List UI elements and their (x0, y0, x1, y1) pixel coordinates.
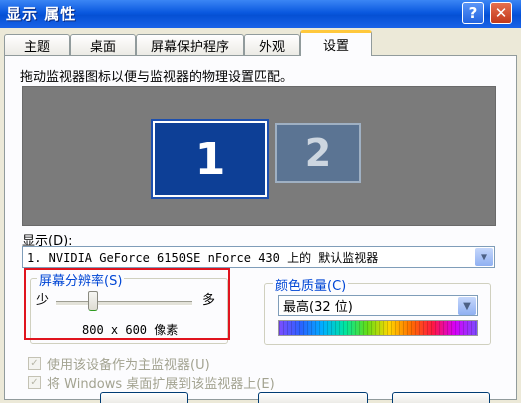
tab-appearance[interactable]: 外观 (244, 34, 300, 55)
display-dropdown-value: 1. NVIDIA GeForce 6150SE nForce 430 上的 默… (27, 250, 379, 265)
resolution-less-label: 少 (36, 293, 50, 308)
color-spectrum-bar (278, 320, 478, 336)
primary-monitor-checkbox[interactable]: ✓ (28, 357, 41, 370)
chevron-down-icon[interactable]: ▼ (475, 248, 493, 266)
extend-desktop-checkbox-row: ✓ 将 Windows 桌面扩展到该监视器上(E) (28, 373, 275, 392)
tab-themes[interactable]: 主题 (4, 34, 70, 55)
primary-monitor-checkbox-row: ✓ 使用该设备作为主监视器(U) (28, 354, 210, 373)
monitor-2-icon[interactable]: 2 (275, 123, 361, 183)
color-quality-value: 最高(32 位) (283, 300, 353, 315)
color-quality-dropdown[interactable]: 最高(32 位) ▼ (278, 295, 478, 316)
resolution-value: 800 x 600 像素 (82, 323, 179, 337)
instruction-text: 拖动监视器图标以便与监视器的物理设置匹配。 (20, 70, 294, 85)
monitor-arrangement-area[interactable]: 1 2 (22, 86, 496, 226)
resolution-more-label: 多 (202, 293, 216, 308)
monitor-1-icon[interactable]: 1 (151, 119, 269, 199)
extend-desktop-label: 将 Windows 桌面扩展到该监视器上(E) (47, 377, 275, 392)
resolution-slider-track[interactable] (56, 301, 192, 306)
tab-settings[interactable]: 设置 (300, 30, 372, 56)
chevron-down-icon[interactable]: ▼ (458, 297, 476, 315)
window-title: 显示 属性 (6, 5, 77, 23)
title-bar[interactable]: 显示 属性 ? ✕ (0, 0, 521, 28)
identify-button[interactable] (100, 392, 188, 403)
help-button[interactable]: ? (462, 2, 484, 24)
display-dropdown[interactable]: 1. NVIDIA GeForce 6150SE nForce 430 上的 默… (22, 246, 495, 268)
color-quality-legend: 颜色质量(C) (273, 275, 349, 294)
primary-monitor-label: 使用该设备作为主监视器(U) (47, 358, 210, 373)
tab-strip: 主题 桌面 屏幕保护程序 外观 设置 (0, 28, 521, 56)
troubleshoot-button[interactable] (258, 392, 368, 403)
close-button[interactable]: ✕ (490, 2, 512, 24)
close-icon: ✕ (494, 4, 508, 22)
tab-screensaver[interactable]: 屏幕保护程序 (136, 34, 244, 55)
help-icon: ? (468, 4, 478, 22)
extend-desktop-checkbox[interactable]: ✓ (28, 376, 41, 389)
resolution-slider-thumb[interactable] (88, 291, 98, 311)
tab-desktop[interactable]: 桌面 (70, 34, 136, 55)
advanced-button[interactable] (392, 392, 490, 403)
